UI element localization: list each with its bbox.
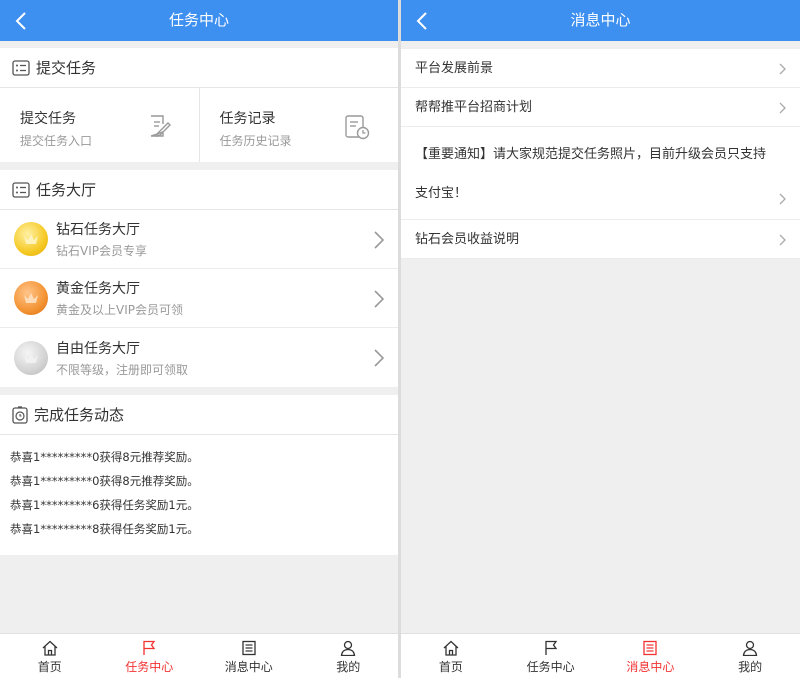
tab-message-center[interactable]: 消息中心 xyxy=(601,634,701,678)
message-center-screen: 消息中心 平台发展前景 帮帮推平台招商计划 【重要通知】请大家规范提交任务照片，… xyxy=(401,0,800,678)
chevron-right-icon xyxy=(779,63,786,75)
tab-task-center[interactable]: 任务中心 xyxy=(100,634,200,678)
gold-medal-icon xyxy=(14,222,48,256)
tab-message-center[interactable]: 消息中心 xyxy=(199,634,299,678)
tab-home[interactable]: 首页 xyxy=(0,634,100,678)
edit-document-icon xyxy=(150,115,171,138)
tab-label: 首页 xyxy=(37,660,62,674)
hall-list: 钻石任务大厅 钻石VIP会员专享 黄金任务大厅 黄金及以上VIP会员可领 自由任… xyxy=(0,210,398,387)
hall-title: 自由任务大厅 xyxy=(56,340,140,357)
feed-item: 恭喜1*********6获得任务奖励1元。 xyxy=(10,498,199,512)
tab-label: 我的 xyxy=(738,660,763,674)
feed-item: 恭喜1*********8获得任务奖励1元。 xyxy=(10,522,199,536)
task-record-button[interactable]: 任务记录 任务历史记录 xyxy=(198,88,399,162)
section-title: 完成任务动态 xyxy=(34,406,125,424)
chevron-right-icon xyxy=(374,290,384,308)
message-item[interactable]: 帮帮推平台招商计划 xyxy=(401,88,800,127)
chevron-right-icon xyxy=(374,349,384,367)
chevron-right-icon xyxy=(374,231,384,249)
user-icon xyxy=(341,640,356,656)
task-list-icon xyxy=(12,59,30,76)
home-icon xyxy=(443,640,459,656)
tab-label: 任务中心 xyxy=(125,660,174,674)
screenshot: 任务中心 提交任务 提交任务 提交任务入口 任务记录 任务历史记录 任务大厅 钻… xyxy=(0,0,800,678)
list-icon xyxy=(643,640,658,656)
message-text: 钻石会员收益说明 xyxy=(415,232,520,247)
feed-item: 恭喜1*********0获得8元推荐奖励。 xyxy=(10,450,199,464)
hall-subtitle: 不限等级，注册即可领取 xyxy=(56,362,189,377)
hall-subtitle: 钻石VIP会员专享 xyxy=(56,244,147,258)
tab-label: 任务中心 xyxy=(526,660,575,674)
feed-section-header: 完成任务动态 xyxy=(0,395,398,435)
tab-mine[interactable]: 我的 xyxy=(700,634,800,678)
submit-task-button[interactable]: 提交任务 提交任务入口 xyxy=(0,88,199,162)
cell-title: 提交任务 xyxy=(20,111,76,127)
tab-label: 我的 xyxy=(336,660,361,674)
message-item[interactable]: 钻石会员收益说明 xyxy=(401,220,800,259)
hall-item-gold[interactable]: 黄金任务大厅 黄金及以上VIP会员可领 xyxy=(0,269,398,328)
task-list-icon xyxy=(12,181,30,198)
submit-row: 提交任务 提交任务入口 任务记录 任务历史记录 xyxy=(0,88,398,162)
hall-title: 黄金任务大厅 xyxy=(56,281,140,297)
section-title: 提交任务 xyxy=(36,59,97,77)
list-icon xyxy=(242,640,256,656)
flag-icon xyxy=(544,640,557,655)
silver-medal-icon xyxy=(14,340,48,375)
submit-section-header: 提交任务 xyxy=(0,48,398,88)
tab-bar: 首页 任务中心 消息中心 我的 xyxy=(0,633,398,678)
cell-title: 任务记录 xyxy=(219,111,276,127)
hall-item-free[interactable]: 自由任务大厅 不限等级，注册即可领取 xyxy=(0,328,398,387)
tab-mine[interactable]: 我的 xyxy=(299,634,399,678)
chevron-right-icon xyxy=(779,234,786,246)
back-arrow-icon[interactable] xyxy=(14,12,30,30)
tab-home[interactable]: 首页 xyxy=(401,634,501,678)
tab-label: 首页 xyxy=(438,660,463,674)
page-title: 任务中心 xyxy=(168,11,229,29)
tab-task-center[interactable]: 任务中心 xyxy=(501,634,601,678)
user-icon xyxy=(742,640,758,656)
hall-item-diamond[interactable]: 钻石任务大厅 钻石VIP会员专享 xyxy=(0,210,398,269)
home-icon xyxy=(42,640,58,656)
hall-title: 钻石任务大厅 xyxy=(56,222,140,238)
stopwatch-icon xyxy=(12,405,28,424)
section-title: 任务大厅 xyxy=(36,181,97,199)
tab-label: 消息中心 xyxy=(224,660,273,674)
hall-section-header: 任务大厅 xyxy=(0,170,398,210)
bronze-medal-icon xyxy=(14,281,48,315)
tab-bar: 首页 任务中心 消息中心 我的 xyxy=(401,633,800,678)
hall-subtitle: 黄金及以上VIP会员可领 xyxy=(56,303,183,317)
chevron-right-icon xyxy=(779,193,786,205)
task-center-screen: 任务中心 提交任务 提交任务 提交任务入口 任务记录 任务历史记录 任务大厅 钻… xyxy=(0,0,398,678)
tab-label: 消息中心 xyxy=(626,660,675,674)
message-list: 平台发展前景 帮帮推平台招商计划 【重要通知】请大家规范提交任务照片，目前升级会… xyxy=(401,49,800,259)
history-record-icon xyxy=(345,115,370,140)
message-item[interactable]: 【重要通知】请大家规范提交任务照片，目前升级会员只支持支付宝！ xyxy=(401,127,800,220)
feed-list: 恭喜1*********0获得8元推荐奖励。 恭喜1*********0获得8元… xyxy=(0,435,398,555)
chevron-right-icon xyxy=(779,102,786,114)
message-text: 【重要通知】请大家规范提交任务照片，目前升级会员只支持支付宝！ xyxy=(415,147,767,201)
page-title: 消息中心 xyxy=(570,11,631,29)
message-item[interactable]: 平台发展前景 xyxy=(401,49,800,88)
nav-bar: 消息中心 xyxy=(401,0,800,41)
cell-subtitle: 提交任务入口 xyxy=(20,134,93,148)
feed-item: 恭喜1*********0获得8元推荐奖励。 xyxy=(10,474,199,488)
back-arrow-icon[interactable] xyxy=(415,12,431,30)
nav-bar: 任务中心 xyxy=(0,0,398,41)
message-text: 帮帮推平台招商计划 xyxy=(415,100,533,115)
flag-icon xyxy=(143,640,156,655)
message-text: 平台发展前景 xyxy=(415,61,494,76)
cell-subtitle: 任务历史记录 xyxy=(219,134,292,148)
